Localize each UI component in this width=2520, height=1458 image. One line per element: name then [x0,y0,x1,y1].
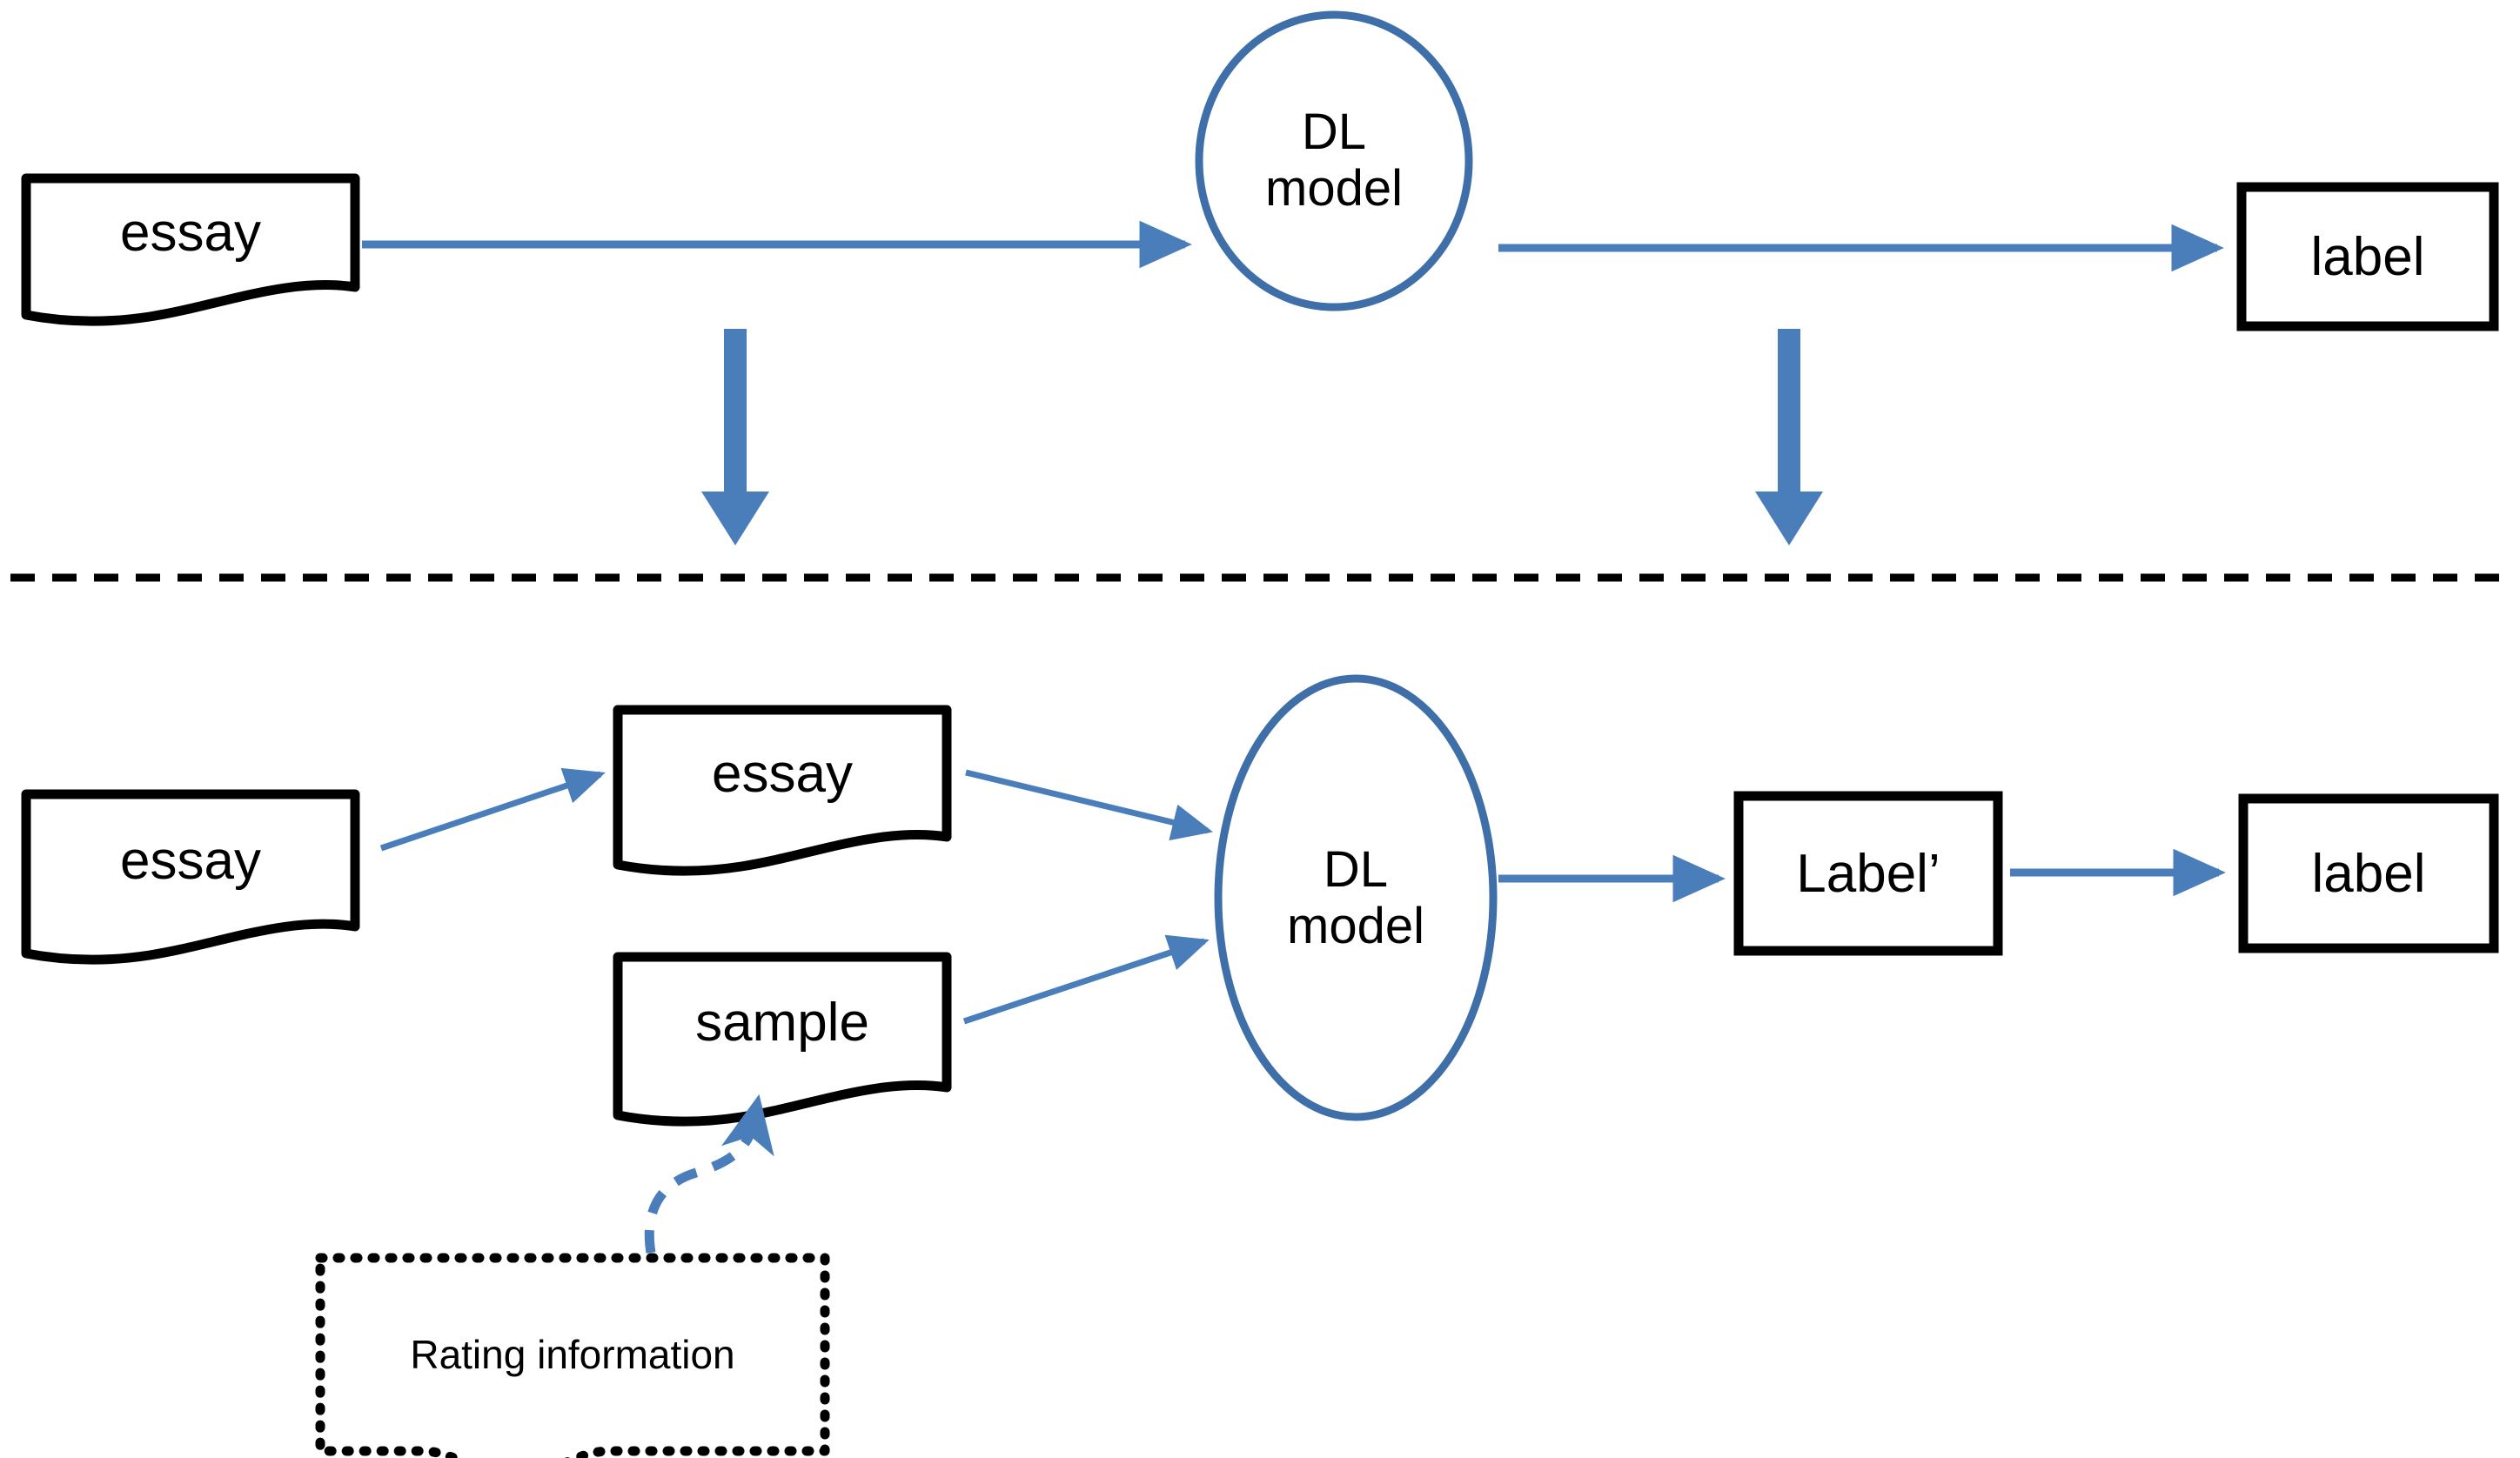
descent-arrow-left-shape [701,329,769,545]
rating-information-document-shape[interactable] [315,1253,830,1458]
rating-to-sample-arrow-curve [644,1094,774,1254]
bottom-label-prime-box-shape[interactable] [1733,791,2003,956]
sample-to-model-arrow-line [962,934,1210,1025]
bottom-sample-document-shape[interactable] [613,952,952,1127]
essay-to-essay-arrow-line [379,767,606,852]
essay-to-model-arrow-line [965,769,1213,841]
diagram-canvas [10,10,2511,1458]
top-dl-model-ellipse[interactable] [1195,10,1473,311]
bottom-essay-source-document-shape[interactable] [21,789,360,965]
descent-arrow-right-shape [1755,329,1823,545]
top-label-box-shape[interactable] [2236,182,2499,331]
bottom-label-box-shape[interactable] [2238,793,2499,953]
bottom-essay-derived-document-shape[interactable] [613,705,952,876]
bottom-dl-model-ellipse[interactable] [1214,674,1498,1121]
top-essay-document-shape[interactable] [21,173,360,326]
